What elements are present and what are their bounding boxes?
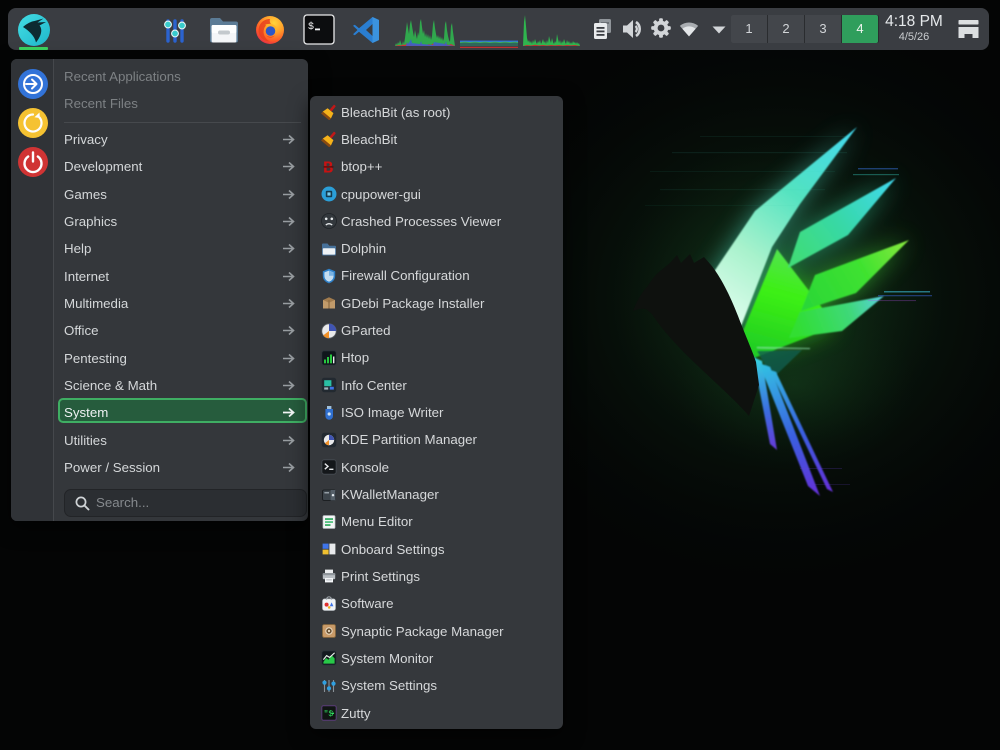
svg-text:$: $ — [308, 21, 314, 33]
svg-text:"$: "$ — [324, 710, 334, 719]
